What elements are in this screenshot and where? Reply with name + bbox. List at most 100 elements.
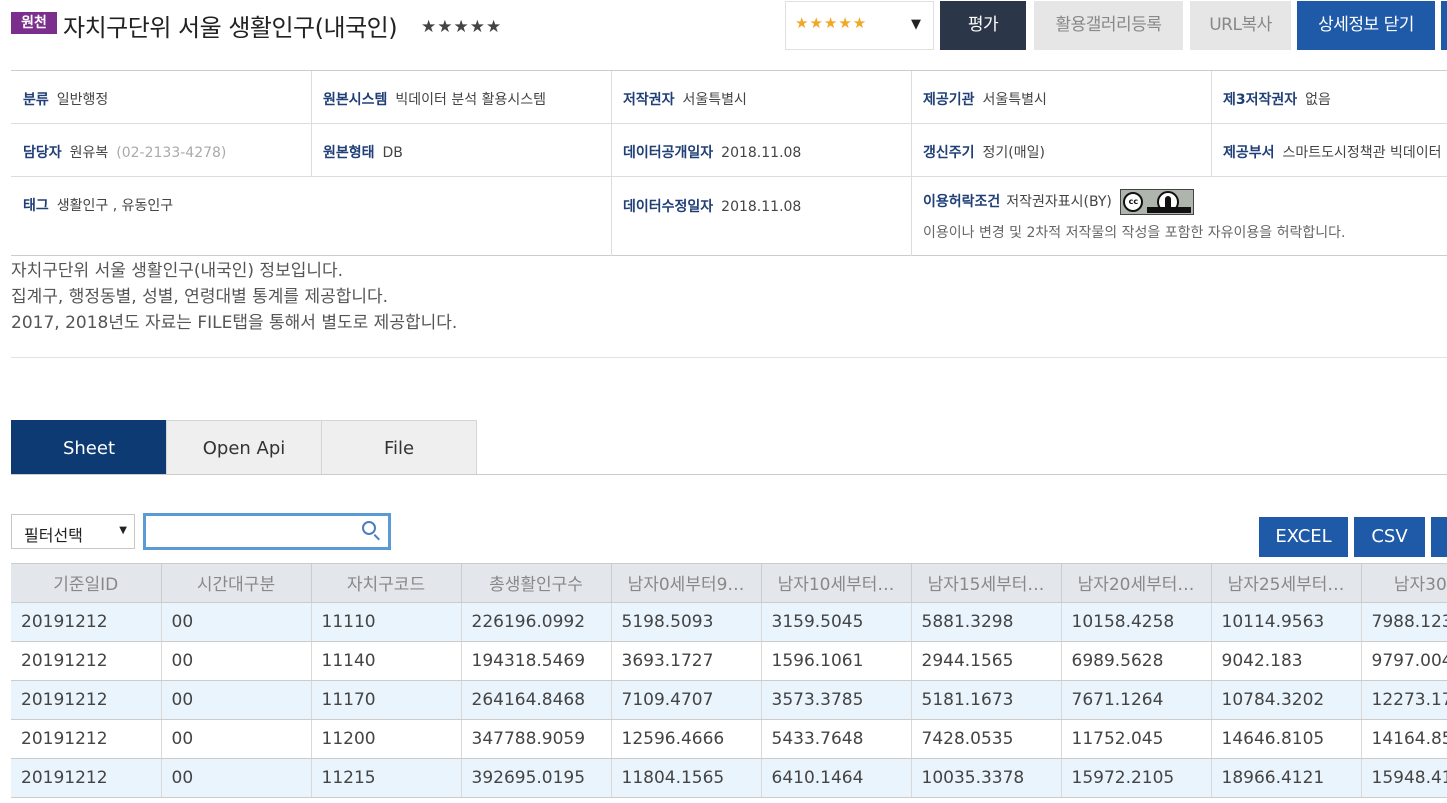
info-update-cycle-value: 정기(매일) [982,145,1045,161]
info-third-party-value: 없음 [1305,92,1331,108]
table-cell: 00 [161,641,312,681]
info-source-format-label: 원본형태 [323,145,375,161]
info-manager-value: 원유복 [69,145,109,161]
rating-select[interactable]: ★★★★★ ▼ [785,1,934,50]
table-cell: 3693.1727 [611,641,762,681]
filter-select[interactable]: 필터선택 ▼ [11,514,135,549]
info-tags-label: 태그 [23,198,49,214]
table-cell: 14164.85 [1361,719,1447,759]
info-update-cycle-label: 갱신주기 [923,145,975,161]
table-cell: 11170 [311,680,462,720]
search-box [143,513,391,550]
info-license-value: 저작권자표시(BY) [1006,194,1112,210]
average-rating-stars: ★★★★★ [421,17,503,37]
info-copyright-holder: 저작권자 서울특별시 [623,89,747,109]
column-header[interactable]: 남자0세부터9… [611,564,762,603]
column-header[interactable]: 시간대구분 [161,564,312,603]
table-cell: 00 [161,602,312,642]
column-header[interactable]: 남자20세부터… [1061,564,1212,603]
description-line: 집계구, 행정동별, 성별, 연령대별 통계를 제공합니다. [11,287,389,307]
table-cell: 11140 [311,641,462,681]
table-cell: 11752.045 [1061,719,1212,759]
info-provider-dept: 제공부서 스마트도시정책관 빅데이터 [1223,142,1442,162]
cc-by-license-icon[interactable]: cc [1120,189,1195,215]
tab-file[interactable]: File [321,420,477,475]
rate-button[interactable]: 평가 [940,1,1026,50]
table-cell: 15948.41 [1361,758,1447,798]
table-cell: 9797.004 [1361,641,1447,681]
table-row[interactable]: 20191212 00 11200 347788.9059 12596.4666 5433… [11,719,1447,759]
table-row[interactable]: 20191212 00 11215 392695.0195 11804.1565 6410… [11,758,1447,798]
info-update-cycle: 갱신주기 정기(매일) [923,142,1045,162]
info-source-system-label: 원본시스템 [323,92,388,108]
url-copy-button[interactable]: URL복사 [1190,1,1291,50]
table-cell: 9042.183 [1211,641,1362,681]
info-copyright-holder-label: 저작권자 [623,92,675,108]
table-cell: 3159.5045 [761,602,912,642]
column-header[interactable]: 남자25세부터… [1211,564,1362,603]
table-cell: 11215 [311,758,462,798]
table-cell: 11200 [311,719,462,759]
info-modified-date-label: 데이터수정일자 [623,199,714,215]
table-row[interactable]: 20191212 00 11110 226196.0992 5198.5093 3159.… [11,602,1447,642]
column-header[interactable]: 기준일ID [11,564,162,603]
chevron-down-icon: ▼ [119,525,127,536]
chevron-down-icon: ▼ [911,17,921,32]
info-tags-value[interactable]: 생활인구 , 유동인구 [57,198,173,214]
info-provider-org-label: 제공기관 [923,92,975,108]
search-icon[interactable] [362,521,376,535]
table-cell: 00 [161,758,312,798]
table-cell: 10114.9563 [1211,602,1362,642]
table-cell: 00 [161,719,312,759]
table-cell: 20191212 [11,719,162,759]
info-category: 분류 일반행정 [23,89,108,109]
table-cell: 194318.5469 [461,641,612,681]
table-cell: 10784.3202 [1211,680,1362,720]
more-download-button[interactable] [1431,517,1447,557]
close-detail-button[interactable]: 상세정보 닫기 [1297,1,1435,50]
info-category-value: 일반행정 [56,92,109,108]
table-cell: 7109.4707 [611,680,762,720]
column-header[interactable]: 남자10세부터… [761,564,912,603]
info-manager: 담당자 원유복 (02-2133-4278) [23,142,226,162]
table-cell: 12596.4666 [611,719,762,759]
info-license: 이용허락조건 저작권자표시(BY) cc [923,189,1195,215]
info-source-format: 원본형태 DB [323,142,403,162]
table-cell: 20191212 [11,641,162,681]
info-published-date: 데이터공개일자 2018.11.08 [623,142,801,162]
search-input[interactable] [150,519,350,544]
table-cell: 264164.8468 [461,680,612,720]
more-button[interactable] [1441,1,1447,50]
info-modified-date-value: 2018.11.08 [721,199,802,215]
table-cell: 5433.7648 [761,719,912,759]
filter-select-label: 필터선택 [24,526,83,545]
column-header[interactable]: 남자30세부 [1361,564,1447,603]
tab-open-api[interactable]: Open Api [166,420,322,475]
table-cell: 18966.4121 [1211,758,1362,798]
table-cell: 7671.1264 [1061,680,1212,720]
info-provider-dept-label: 제공부서 [1223,145,1275,161]
excel-download-button[interactable]: EXCEL [1259,517,1348,557]
csv-download-button[interactable]: CSV [1354,517,1425,557]
table-cell: 226196.0992 [461,602,612,642]
divider [11,357,1447,358]
table-cell: 347788.9059 [461,719,612,759]
info-category-label: 분류 [23,92,49,108]
table-header-row: 기준일ID 시간대구분 자치구코드 총생활인구수 남자0세부터9… 남자10세부… [11,564,1447,603]
table-cell: 1596.1061 [761,641,912,681]
table-row[interactable]: 20191212 00 11140 194318.5469 3693.1727 1596.… [11,641,1447,681]
table-cell: 6410.1464 [761,758,912,798]
table-row[interactable]: 20191212 00 11170 264164.8468 7109.4707 3573.… [11,680,1447,720]
info-published-date-label: 데이터공개일자 [623,145,714,161]
info-manager-label: 담당자 [23,145,62,161]
table-cell: 2944.1565 [911,641,1062,681]
info-tags: 태그 생활인구 , 유동인구 [23,195,173,215]
column-header[interactable]: 자치구코드 [311,564,462,603]
license-description: 이용이나 변경 및 2차적 저작물의 작성을 포함한 자유이용을 허락합니다. [923,225,1346,241]
tab-sheet[interactable]: Sheet [11,420,167,475]
column-header[interactable]: 남자15세부터… [911,564,1062,603]
dataset-description: 자치구단위 서울 생활인구(내국인) 정보입니다. 집계구, 행정동별, 성별,… [11,258,457,336]
gallery-register-button[interactable]: 활용갤러리등록 [1034,1,1183,50]
source-badge: 원천 [11,12,57,34]
column-header[interactable]: 총생활인구수 [461,564,612,603]
